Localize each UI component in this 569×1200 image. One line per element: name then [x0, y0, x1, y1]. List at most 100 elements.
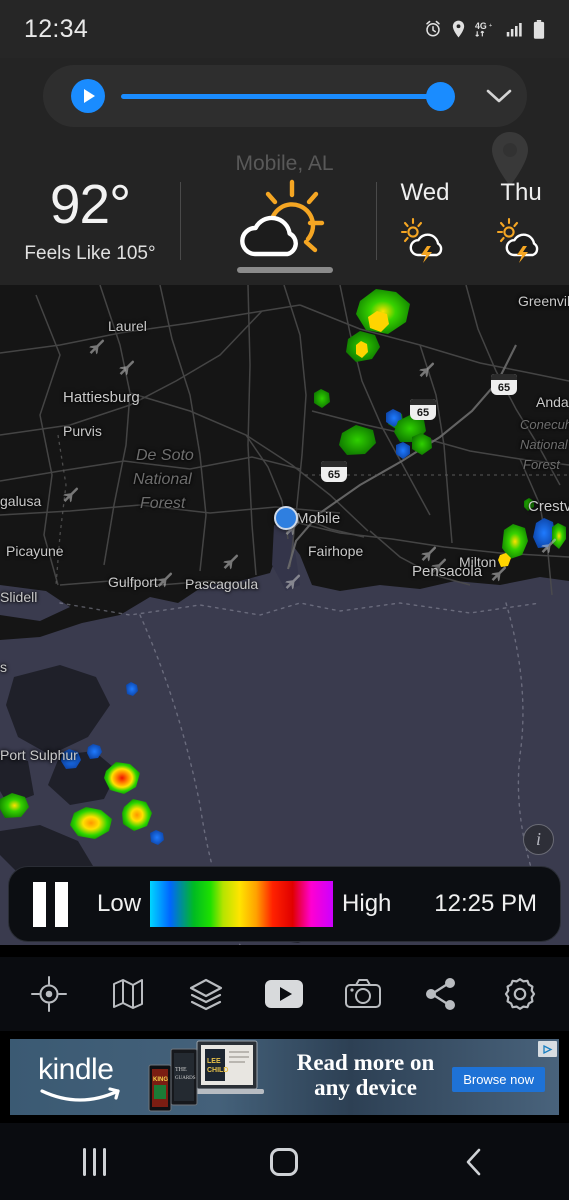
- map-label-desoto-2: National: [133, 471, 192, 488]
- legend-high-label: High: [342, 890, 392, 917]
- temperature-block: 92° Feels Like 105°: [0, 177, 180, 265]
- signal-bars-icon: [506, 23, 522, 37]
- amazon-swoosh-icon: [40, 1087, 120, 1102]
- svg-text:4G: 4G: [475, 21, 487, 31]
- pause-bar-right: [55, 881, 68, 927]
- map-info-button[interactable]: i: [523, 824, 554, 855]
- forecast-day-wed[interactable]: Wed: [377, 179, 473, 263]
- map-label-greenville: Greenville: [518, 293, 569, 309]
- map-label-laurel: Laurel: [108, 318, 147, 334]
- video-play-icon: [265, 980, 304, 1008]
- adchoices-triangle-icon: [543, 1044, 553, 1054]
- ad-brand-logo: kindle: [38, 1053, 114, 1086]
- nav-recents-button[interactable]: [55, 1137, 135, 1187]
- svg-text:KING: KING: [153, 1077, 168, 1083]
- timeline-slider[interactable]: [121, 79, 455, 113]
- map-label-crestview: Crestvie: [528, 498, 569, 515]
- map-label-gulfport: Gulfport: [108, 574, 158, 590]
- recents-icon: [83, 1147, 107, 1176]
- forecast-icon-wrap: [473, 217, 569, 263]
- weather-summary-row: 92° Feels Like 105° Wed Thu: [0, 166, 569, 276]
- locate-button[interactable]: [21, 966, 77, 1022]
- current-condition-block: [181, 178, 376, 264]
- current-temperature: 92°: [49, 173, 131, 235]
- share-button[interactable]: [413, 966, 469, 1022]
- locate-icon: [31, 976, 68, 1012]
- sun-cloud-thunder-icon: [400, 217, 443, 263]
- radar-legend-bar: Low High 12:25 PM: [8, 866, 561, 942]
- sun-cloud-thunder-icon: [496, 217, 539, 263]
- network-4g-plus-icon: 4G +: [475, 21, 493, 37]
- weather-header-panel: Mobile, AL 92° Feels Like 105° Wed Thu: [0, 58, 569, 285]
- map-label-partial: s: [0, 659, 7, 675]
- play-triangle-icon: [84, 89, 95, 103]
- highway-shield-65-a: 65: [491, 374, 517, 395]
- adchoices-icon[interactable]: [538, 1041, 557, 1057]
- forecast-day-label: Wed: [400, 179, 450, 206]
- radar-frame-timestamp: 12:25 PM: [434, 890, 537, 917]
- map-label-slidell: Slidell: [0, 589, 38, 605]
- highway-shield-65-c: 65: [321, 461, 347, 482]
- map-label-desoto-3: Forest: [140, 495, 186, 512]
- radar-map[interactable]: Greenville Laurel Hattiesburg Purvis And…: [0, 285, 569, 945]
- map-label-fairhope: Fairhope: [308, 543, 364, 559]
- snapshot-button[interactable]: [335, 966, 391, 1022]
- ad-headline-line1: Read more on: [296, 1050, 435, 1075]
- svg-text:LEE: LEE: [207, 1058, 221, 1065]
- ad-devices-image: LEE CHILD THE GUARDS KING: [148, 1040, 264, 1112]
- settings-gear-icon: [504, 978, 535, 1010]
- forecast-day-thu[interactable]: Thu: [473, 179, 569, 263]
- map-label-bogalusa: galusa: [0, 493, 42, 509]
- partly-cloudy-sun-icon: [239, 179, 324, 257]
- bottom-toolbar: [0, 957, 569, 1031]
- legend-intensity-gradient: [150, 881, 334, 927]
- play-button[interactable]: [71, 79, 105, 113]
- map-label-mobile: Mobile: [296, 510, 341, 527]
- ad-headline: Read more on any device: [278, 1050, 453, 1101]
- location-playback-bar[interactable]: [43, 65, 527, 127]
- current-location-dot[interactable]: [274, 506, 298, 530]
- map-label-picayune: Picayune: [6, 543, 64, 559]
- map-label-andalusia: Anda: [536, 394, 569, 410]
- svg-text:THE: THE: [175, 1067, 187, 1073]
- svg-text:CHILD: CHILD: [207, 1067, 228, 1074]
- map-label-conecuh-2: National: [520, 437, 568, 452]
- slider-thumb[interactable]: [426, 82, 455, 111]
- camera-icon: [344, 979, 381, 1008]
- panel-drag-handle[interactable]: [236, 267, 333, 273]
- home-icon: [270, 1147, 299, 1176]
- map-label-pensacola: Pensacola: [412, 563, 483, 580]
- chevron-down-icon: [486, 89, 512, 103]
- share-icon: [426, 978, 456, 1010]
- map-canvas: [0, 285, 569, 945]
- map-label-port-sulphur: Port Sulphur: [0, 747, 78, 763]
- feels-like-text: Feels Like 105°: [24, 243, 156, 264]
- highway-shield-65-b: 65: [410, 399, 436, 420]
- pause-button[interactable]: [33, 881, 68, 927]
- forecast-day-label: Thu: [500, 179, 542, 206]
- legend-low-label: Low: [97, 890, 142, 917]
- animate-button[interactable]: [256, 966, 312, 1022]
- status-bar-icons: 4G +: [424, 19, 545, 39]
- map-label-desoto-1: De Soto: [136, 447, 194, 464]
- status-bar-clock: 12:34: [24, 14, 89, 43]
- nav-back-button[interactable]: [434, 1137, 514, 1187]
- ad-cta-button[interactable]: Browse now: [452, 1067, 545, 1092]
- svg-text:+: +: [489, 23, 493, 29]
- map-style-button[interactable]: [100, 966, 156, 1022]
- app-screen: 12:34 4G + Mobile, AL 92° Feels Like 105…: [0, 0, 569, 1200]
- map-icon: [112, 979, 143, 1009]
- location-pin-icon: [452, 20, 465, 38]
- pause-bar-left: [33, 881, 46, 927]
- layers-icon: [189, 978, 223, 1011]
- settings-button[interactable]: [492, 966, 548, 1022]
- layers-button[interactable]: [178, 966, 234, 1022]
- map-label-purvis: Purvis: [63, 423, 102, 439]
- ad-banner[interactable]: kindle LEE CHILD THE GUARDS KING Read mo…: [10, 1039, 559, 1115]
- nav-home-button[interactable]: [244, 1137, 324, 1187]
- map-label-hattiesburg: Hattiesburg: [63, 389, 140, 406]
- expand-panel-button[interactable]: [471, 87, 527, 105]
- svg-text:GUARDS: GUARDS: [175, 1076, 196, 1081]
- map-label-conecuh-3: Forest: [523, 457, 560, 472]
- back-chevron-icon: [466, 1148, 481, 1175]
